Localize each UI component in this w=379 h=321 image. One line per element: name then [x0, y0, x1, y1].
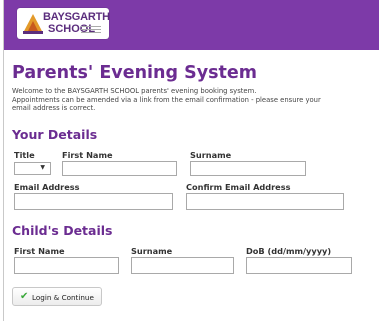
first-name-label: First Name: [62, 150, 113, 160]
logo-subtext: [81, 26, 101, 33]
login-continue-label: Login & Continue: [32, 293, 94, 302]
logo-text-line1: BAYSGARTH: [43, 11, 110, 23]
dob-label: DoB (dd/mm/yyyy): [246, 246, 332, 256]
email-input[interactable]: [14, 193, 173, 210]
checkmark-icon: ✔: [20, 291, 29, 302]
child-surname-input[interactable]: [131, 257, 234, 274]
surname-label: Surname: [190, 150, 232, 160]
child-first-name-label: First Name: [14, 246, 65, 256]
login-continue-button[interactable]: ✔ Login & Continue: [12, 287, 102, 306]
email-label: Email Address: [14, 182, 80, 192]
intro-line: Appointments can be amended via a link f…: [12, 95, 321, 104]
child-surname-label: Surname: [131, 246, 173, 256]
surname-input[interactable]: [190, 161, 306, 176]
intro-line: Welcome to the BAYSGARTH SCHOOL parents'…: [12, 87, 257, 95]
title-label: Title: [14, 150, 35, 160]
page-title: Parents' Evening System: [12, 63, 258, 83]
confirm-email-label: Confirm Email Address: [186, 182, 291, 192]
dob-input[interactable]: [246, 257, 352, 274]
school-crest-icon: [23, 14, 43, 34]
title-select[interactable]: ▼: [14, 162, 51, 175]
chevron-down-icon: ▼: [40, 164, 45, 171]
first-name-input[interactable]: [62, 161, 177, 176]
child-first-name-input[interactable]: [14, 257, 119, 274]
header-bar: BAYSGARTH SCHOOL: [4, 0, 379, 50]
childs-details-heading: Child's Details: [12, 223, 113, 238]
school-logo[interactable]: BAYSGARTH SCHOOL: [17, 8, 110, 39]
intro-text: Welcome to the BAYSGARTH SCHOOL parents'…: [12, 87, 377, 113]
intro-line: email address is correct.: [12, 104, 96, 113]
confirm-email-input[interactable]: [186, 193, 344, 210]
your-details-heading: Your Details: [12, 127, 98, 142]
